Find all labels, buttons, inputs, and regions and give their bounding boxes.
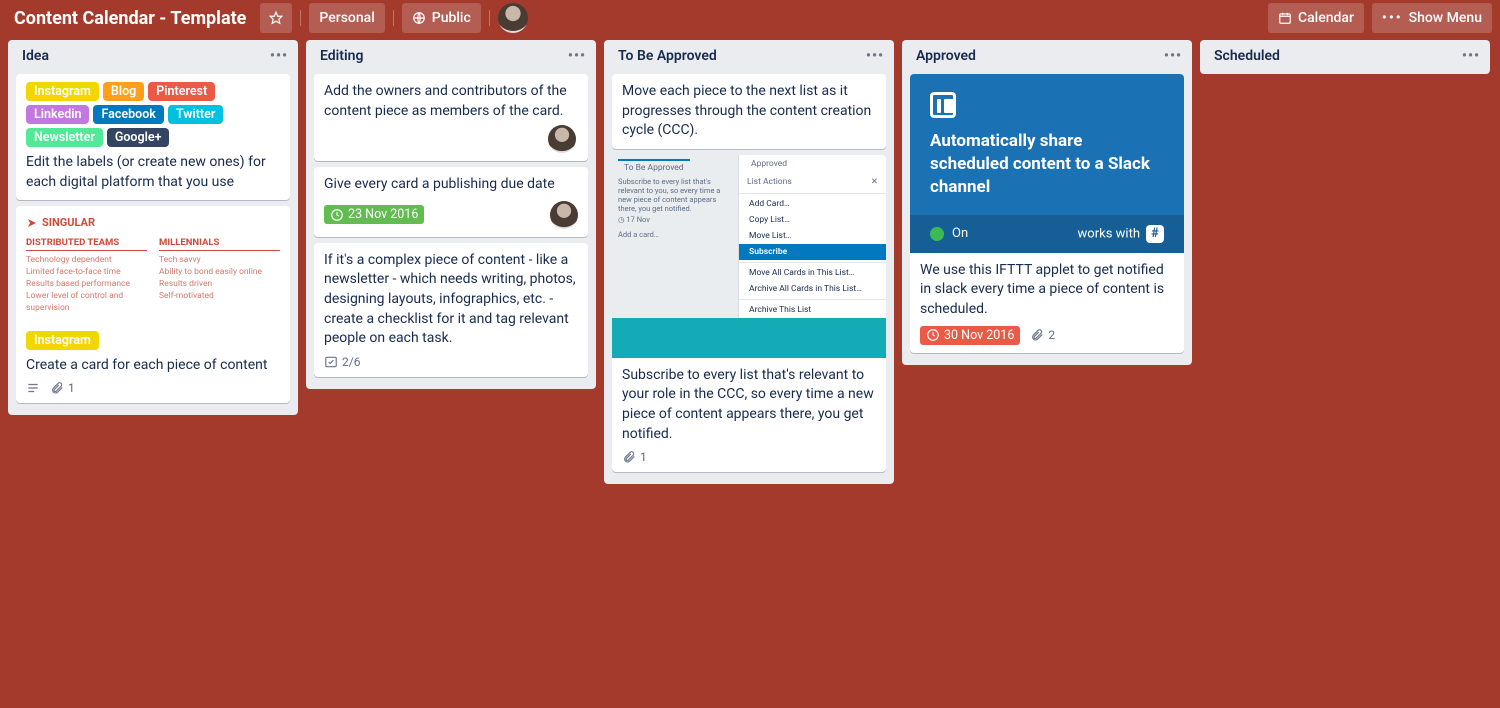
calendar-button[interactable]: Calendar <box>1268 3 1364 33</box>
list-title[interactable]: Scheduled <box>1214 48 1280 64</box>
card[interactable]: Automatically share scheduled content to… <box>910 74 1184 353</box>
card-label: Newsletter <box>26 128 103 147</box>
list-menu-button[interactable]: ••• <box>1164 48 1182 64</box>
paperclip-icon <box>50 381 64 395</box>
user-avatar[interactable] <box>498 3 528 33</box>
card-label: Google+ <box>107 128 170 147</box>
card-label: Instagram <box>26 82 99 101</box>
card-label: Pinterest <box>148 82 215 101</box>
singular-logo: SINGULAR <box>26 216 280 229</box>
card[interactable]: To Be Approved Subscribe to every list t… <box>612 155 886 472</box>
card-text: Move each piece to the next list as it p… <box>622 82 876 141</box>
card-text: Create a card for each piece of content <box>26 356 280 376</box>
card-labels: InstagramBlogPinterest LinkedinFacebook Tw… <box>26 82 280 147</box>
list-approved: Approved ••• Automatically share schedul… <box>902 40 1192 365</box>
divider <box>393 10 394 26</box>
card-cover: Automatically share scheduled content to… <box>910 74 1184 253</box>
paperclip-icon <box>622 450 636 464</box>
singular-icon <box>26 217 38 229</box>
description-badge <box>26 381 40 395</box>
public-button[interactable]: Public <box>402 3 481 33</box>
attachment-badge: 2 <box>1030 328 1055 342</box>
member-avatar[interactable] <box>550 201 578 229</box>
card-text: If it's a complex piece of content - lik… <box>324 251 578 349</box>
slack-icon: # <box>1146 225 1164 243</box>
checklist-icon <box>324 355 338 369</box>
list-menu-button[interactable]: ••• <box>866 48 884 64</box>
card[interactable]: If it's a complex piece of content - lik… <box>314 243 588 377</box>
card-label: Instagram <box>26 331 99 350</box>
card-text: Add the owners and contributors of the c… <box>324 82 578 121</box>
card-cover: To Be Approved Subscribe to every list t… <box>612 155 886 358</box>
card-cover: SINGULAR DISTRIBUTED TEAMS Technology de… <box>16 206 290 322</box>
list-title[interactable]: Idea <box>22 48 49 64</box>
list-menu-button[interactable]: ••• <box>270 48 288 64</box>
cover-title: Automatically share scheduled content to… <box>930 130 1164 199</box>
trello-icon <box>930 92 956 118</box>
description-icon <box>26 381 40 395</box>
star-button[interactable] <box>260 3 292 33</box>
calendar-icon <box>1278 11 1292 25</box>
globe-icon <box>412 11 426 25</box>
list-title[interactable]: To Be Approved <box>618 48 717 64</box>
card[interactable]: Add the owners and contributors of the c… <box>314 74 588 161</box>
member-avatar[interactable] <box>548 125 576 153</box>
card-text: Subscribe to every list that's relevant … <box>622 366 876 444</box>
divider <box>300 10 301 26</box>
board-header: Content Calendar - Template Personal Pub… <box>0 0 1500 36</box>
personal-label: Personal <box>319 10 374 26</box>
list-title[interactable]: Editing <box>320 48 363 64</box>
due-date-badge: 23 Nov 2016 <box>324 205 424 224</box>
card-text: We use this IFTTT applet to get notified… <box>920 261 1174 320</box>
public-label: Public <box>432 10 471 26</box>
list-to-be-approved: To Be Approved ••• Move each piece to th… <box>604 40 894 484</box>
on-indicator-icon <box>930 227 944 241</box>
checklist-badge: 2/6 <box>324 355 360 369</box>
card-label: Twitter <box>168 105 223 124</box>
show-menu-button[interactable]: ••• Show Menu <box>1372 3 1492 33</box>
paperclip-icon <box>1030 328 1044 342</box>
card[interactable]: Move each piece to the next list as it p… <box>612 74 886 149</box>
attachment-badge: 1 <box>622 450 647 464</box>
attachment-badge: 1 <box>50 381 75 395</box>
card[interactable]: SINGULAR DISTRIBUTED TEAMS Technology de… <box>16 206 290 403</box>
list-editing: Editing ••• Add the owners and contribut… <box>306 40 596 389</box>
show-menu-label: Show Menu <box>1409 10 1482 26</box>
list-menu-button[interactable]: ••• <box>568 48 586 64</box>
board-title[interactable]: Content Calendar - Template <box>8 8 252 29</box>
card[interactable]: InstagramBlogPinterest LinkedinFacebook Tw… <box>16 74 290 200</box>
card[interactable]: Give every card a publishing due date 23… <box>314 167 588 237</box>
due-date-badge: 30 Nov 2016 <box>920 326 1020 345</box>
clock-icon <box>926 328 940 342</box>
list-scheduled: Scheduled ••• <box>1200 40 1490 74</box>
divider <box>489 10 490 26</box>
card-label: Facebook <box>93 105 163 124</box>
star-icon <box>269 11 283 25</box>
card-label: Blog <box>103 82 144 101</box>
clock-icon <box>330 208 344 222</box>
card-label: Linkedin <box>26 105 89 124</box>
list-title[interactable]: Approved <box>916 48 976 64</box>
board-canvas: Idea ••• InstagramBlogPinterestLinkedinF… <box>0 36 1500 488</box>
list-idea: Idea ••• InstagramBlogPinterestLinkedinF… <box>8 40 298 415</box>
card-text: Give every card a publishing due date <box>324 175 578 195</box>
personal-button[interactable]: Personal <box>309 3 384 33</box>
card-text: Edit the labels (or create new ones) for… <box>26 153 280 192</box>
list-menu-button[interactable]: ••• <box>1462 48 1480 64</box>
calendar-label: Calendar <box>1298 10 1354 26</box>
dots-icon: ••• <box>1382 10 1403 26</box>
